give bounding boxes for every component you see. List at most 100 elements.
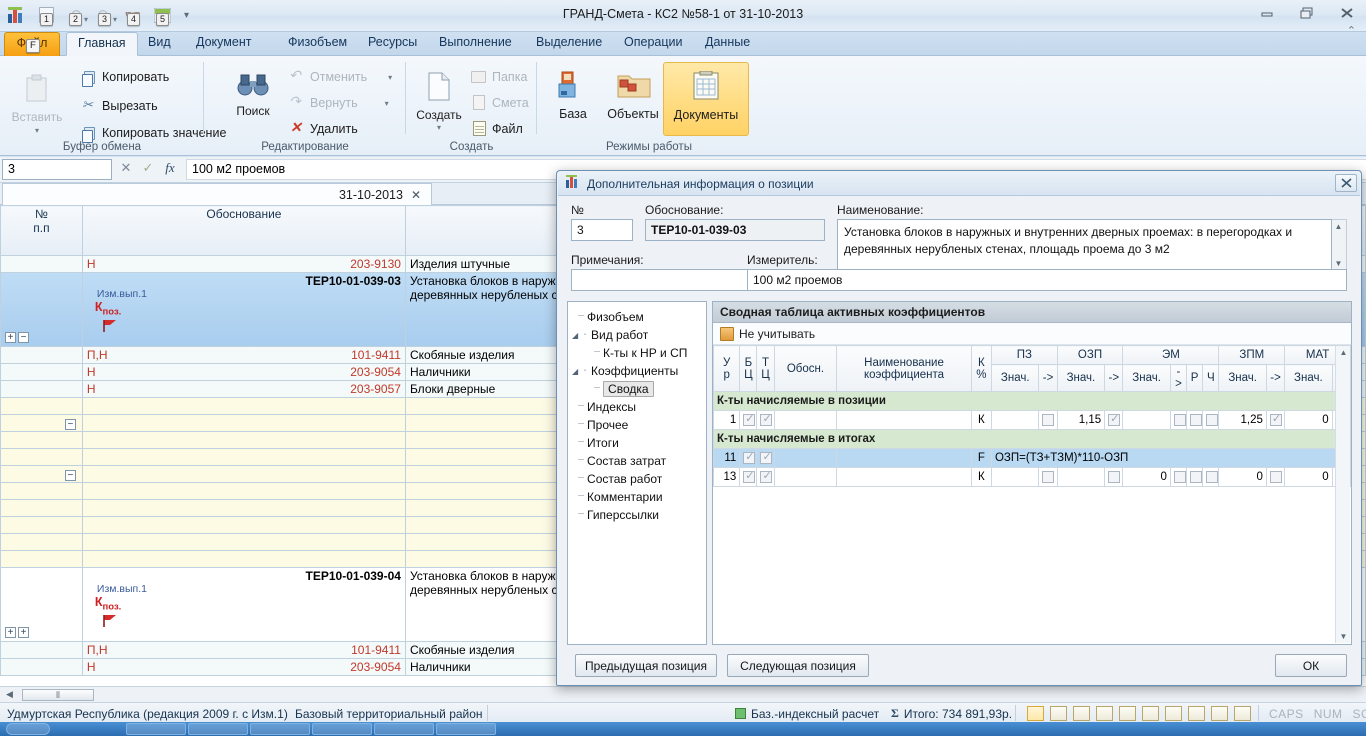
coefficients-panel[interactable]: Сводная таблица активных коэффициентов Н…: [712, 301, 1352, 645]
tree-item-prochee[interactable]: ┄Прочее: [572, 416, 702, 434]
cell-em-r[interactable]: [1187, 411, 1203, 430]
cell-ozp-arrow[interactable]: [1105, 411, 1123, 430]
status-view-icons[interactable]: [1020, 705, 1258, 722]
checkbox-em[interactable]: [1174, 414, 1186, 426]
scroll-down-icon[interactable]: ▼: [1332, 259, 1345, 268]
cell-zpm-arrow[interactable]: [1266, 468, 1284, 487]
copy-button[interactable]: Копировать: [78, 66, 172, 88]
checkbox-em-r[interactable]: [1190, 414, 1202, 426]
redo-button[interactable]: ↷ Вернуть ▾: [286, 92, 392, 114]
chart-view-icon[interactable]: [1234, 706, 1251, 721]
checkbox-tc[interactable]: [760, 414, 772, 426]
mode-objects-button[interactable]: Объекты: [597, 62, 669, 136]
taskbar-item[interactable]: [312, 723, 372, 735]
taskbar-item[interactable]: [188, 723, 248, 735]
cell-formula[interactable]: ОЗП=(ТЗ+ТЗМ)*110-ОЗП: [991, 449, 1350, 468]
delete-button[interactable]: ✕ Удалить: [286, 118, 361, 140]
cell-pz-znach[interactable]: [991, 468, 1039, 487]
tab-dokument[interactable]: Документ: [185, 32, 262, 56]
tab-vid[interactable]: Вид: [137, 32, 182, 56]
note-view-icon[interactable]: [1165, 706, 1182, 721]
paste-dropdown-icon[interactable]: ▾: [6, 126, 68, 135]
tab-dannye[interactable]: Данные: [694, 32, 761, 56]
tab-glavnaya[interactable]: Главная: [66, 32, 138, 56]
search-button[interactable]: Поиск: [222, 68, 284, 118]
cell-mat-znach[interactable]: 0: [1285, 411, 1333, 430]
restore-button[interactable]: [1294, 3, 1320, 23]
scroll-down-icon[interactable]: ▼: [1337, 632, 1350, 641]
coefficients-toolbar[interactable]: Не учитывать: [713, 323, 1351, 345]
tree-item-kommentarii[interactable]: ┄Комментарии: [572, 488, 702, 506]
cell-zpm-arrow[interactable]: [1266, 411, 1284, 430]
tree-item-kty-nr-sp[interactable]: ┄К-ты к НР и СП: [572, 344, 702, 362]
cell-em-arrow[interactable]: [1170, 468, 1186, 487]
tree-item-koefficienty[interactable]: ◢ ·Коэффициенты: [572, 362, 702, 380]
cell-em-ch[interactable]: [1203, 468, 1219, 487]
tree-item-giperssylki[interactable]: ┄Гиперссылки: [572, 506, 702, 524]
close-button[interactable]: [1334, 3, 1360, 23]
cell-em-ch[interactable]: [1203, 411, 1219, 430]
paste-button[interactable]: Вставить ▾: [6, 70, 68, 135]
checkbox-pz[interactable]: [1042, 414, 1054, 426]
dialog-close-button[interactable]: [1335, 174, 1357, 192]
izmeritel-field[interactable]: 100 м2 проемов: [747, 269, 1347, 291]
obosnovanie-field[interactable]: ТЕР10-01-039-03: [645, 219, 825, 241]
scroll-left-icon[interactable]: ◀: [6, 689, 13, 700]
folder-button[interactable]: Папка: [468, 66, 530, 88]
cell-tc[interactable]: [757, 468, 774, 487]
document-tab[interactable]: 31-10-2013 ✕: [2, 183, 432, 205]
cell-pz-arrow[interactable]: [1039, 468, 1057, 487]
cell-obosn[interactable]: [774, 468, 837, 487]
insert-function-icon[interactable]: fx: [160, 160, 180, 179]
cell-tc[interactable]: [757, 411, 774, 430]
ok-button[interactable]: ОК: [1275, 654, 1347, 677]
taskbar-start-button[interactable]: [6, 723, 50, 735]
expand-icon[interactable]: +: [5, 627, 16, 638]
checkbox-ozp[interactable]: [1108, 471, 1120, 483]
cell-obosn[interactable]: [774, 449, 837, 468]
status-total[interactable]: Σ Итого: 734 891,93р.: [884, 705, 1019, 722]
chevron-down-icon[interactable]: ◢: [572, 331, 582, 340]
checkbox-zpm[interactable]: [1270, 471, 1282, 483]
taskbar-item[interactable]: [436, 723, 496, 735]
create-dropdown-icon[interactable]: ▾: [408, 123, 470, 132]
cell-em-arrow[interactable]: [1170, 411, 1186, 430]
collapse-icon[interactable]: −: [65, 419, 76, 430]
close-icon[interactable]: ✕: [411, 188, 421, 202]
tree-item-itogi[interactable]: ┄Итоги: [572, 434, 702, 452]
scroll-up-icon[interactable]: ▲: [1337, 348, 1350, 357]
coefficients-scrollbar[interactable]: ▲ ▼: [1335, 346, 1350, 643]
undo-button[interactable]: ↶ Отменить ▾: [286, 66, 395, 88]
flag-view-icon[interactable]: [1073, 706, 1090, 721]
redo-dropdown-icon[interactable]: ▾: [385, 99, 389, 108]
cell-em-r[interactable]: [1187, 468, 1203, 487]
cell-bc[interactable]: [740, 449, 757, 468]
horizontal-scrollbar[interactable]: ◀ ⦀: [0, 686, 1366, 702]
tree-item-sostav-zatrat[interactable]: ┄Состав затрат: [572, 452, 702, 470]
cell-ozp-znach[interactable]: [1057, 468, 1105, 487]
primechaniya-field[interactable]: [571, 269, 751, 291]
checkbox-em[interactable]: [1174, 471, 1186, 483]
checkbox-em-ch[interactable]: [1206, 471, 1218, 483]
cell-em-znach[interactable]: [1123, 411, 1171, 430]
cell-tc[interactable]: [757, 449, 774, 468]
name-box[interactable]: 3: [2, 159, 112, 180]
cell-pz-arrow[interactable]: [1039, 411, 1057, 430]
pen-view-icon[interactable]: [1211, 706, 1228, 721]
minimize-button[interactable]: [1254, 3, 1280, 23]
checkbox-ozp[interactable]: [1108, 414, 1120, 426]
tab-resursy[interactable]: Ресурсы: [357, 32, 428, 56]
collapse-icon[interactable]: −: [65, 470, 76, 481]
money-view-icon[interactable]: [1188, 706, 1205, 721]
naimenovanie-scrollbar[interactable]: ▲ ▼: [1332, 219, 1347, 271]
checkbox-pz[interactable]: [1042, 471, 1054, 483]
cell-ozp-arrow[interactable]: [1105, 468, 1123, 487]
naimenovanie-textarea[interactable]: Установка блоков в наружных и внутренних…: [837, 219, 1332, 271]
tsn-view-icon[interactable]: [1096, 706, 1113, 721]
file-button[interactable]: Файл: [468, 118, 526, 140]
cell-zpm-znach[interactable]: 1,25: [1219, 411, 1267, 430]
collapse-icon[interactable]: −: [18, 332, 29, 343]
status-calc-mode[interactable]: Баз.-индексный расчет: [728, 705, 886, 722]
cell-ozp-znach[interactable]: 1,15: [1057, 411, 1105, 430]
coefficients-row[interactable]: 13 К 0 0: [714, 468, 1351, 487]
